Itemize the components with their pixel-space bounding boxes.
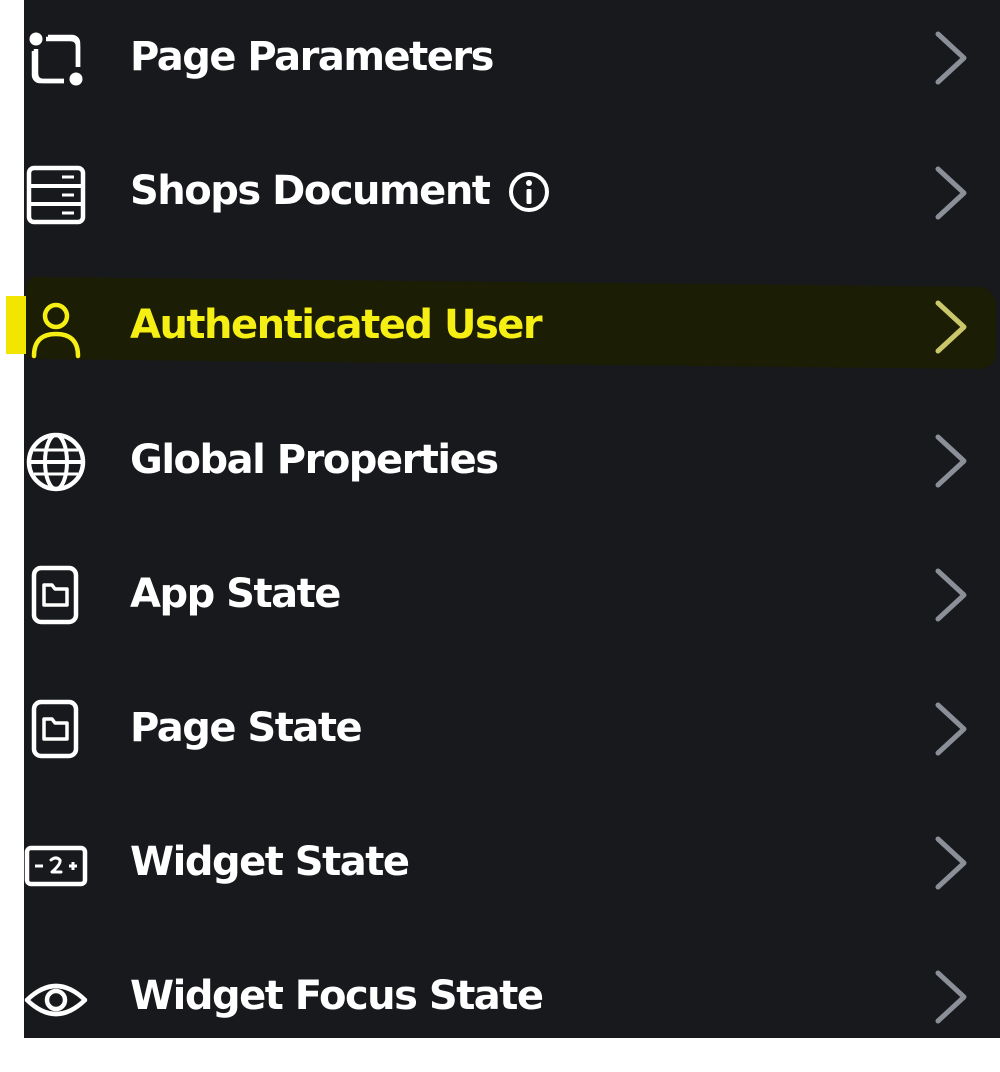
menu-item-label: Widget Focus State [130, 973, 544, 1019]
info-icon[interactable] [507, 170, 551, 214]
widget-state-icon [24, 834, 88, 898]
user-icon [24, 298, 88, 362]
menu-item-page-parameters[interactable]: Page Parameters [0, 0, 1000, 134]
menu-item-label: Page State [130, 705, 363, 751]
chevron-right-icon [926, 567, 974, 623]
menu-item-widget-state[interactable]: Widget State [0, 804, 1000, 938]
menu-item-label: Widget State [130, 839, 410, 885]
menu-item-label: Authenticated User [130, 302, 543, 348]
document-database-icon [24, 163, 88, 227]
chevron-right-icon [926, 30, 974, 86]
menu-item-widget-focus-state[interactable]: Widget Focus State [0, 938, 1000, 1072]
menu-item-shops-document[interactable]: Shops Document [0, 134, 1000, 268]
menu-item-page-state[interactable]: Page State [0, 670, 1000, 804]
chevron-right-icon [926, 701, 974, 757]
page-state-icon [24, 697, 88, 761]
chevron-right-icon [926, 165, 974, 221]
page-parameters-icon [24, 27, 88, 91]
menu-item-label: App State [130, 571, 341, 617]
chevron-right-icon [926, 835, 974, 891]
chevron-right-icon [926, 299, 974, 355]
menu-item-label: Global Properties [130, 437, 499, 483]
menu-item-global-properties[interactable]: Global Properties [0, 402, 1000, 536]
menu-item-app-state[interactable]: App State [0, 536, 1000, 670]
eye-icon [24, 968, 88, 1032]
chevron-right-icon [926, 433, 974, 489]
globe-icon [24, 430, 88, 494]
menu-item-label: Shops Document [130, 168, 491, 214]
app-state-icon [24, 563, 88, 627]
menu-item-label: Page Parameters [130, 34, 494, 80]
data-source-menu: Page Parameters Shops Document Authentic… [0, 0, 1000, 1038]
chevron-right-icon [926, 969, 974, 1025]
menu-item-authenticated-user[interactable]: Authenticated User [0, 268, 1000, 402]
